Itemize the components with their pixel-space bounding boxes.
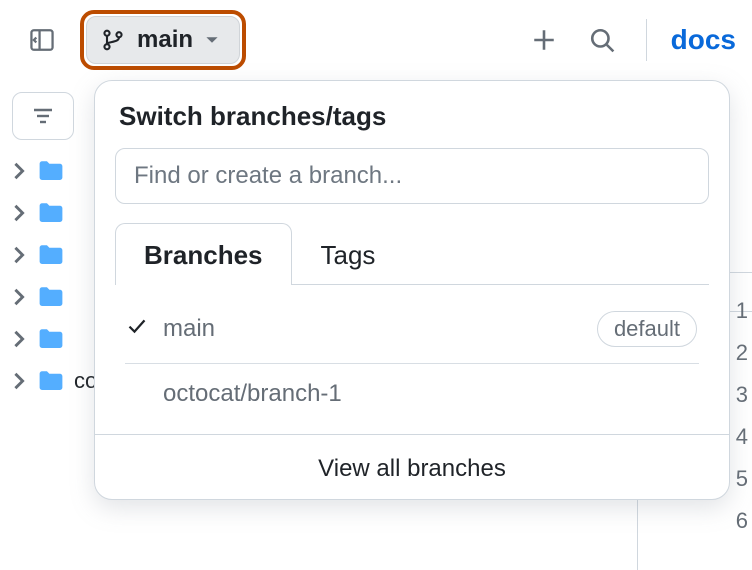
git-branch-icon	[101, 28, 125, 52]
search-icon	[589, 27, 615, 53]
popover-tabs: Branches Tags	[115, 222, 709, 285]
branch-item-main[interactable]: main default	[125, 295, 699, 364]
folder-icon	[38, 242, 64, 268]
chevron-right-icon	[10, 204, 28, 222]
filter-icon	[31, 104, 55, 128]
chevron-right-icon	[10, 288, 28, 306]
branch-selector-label: main	[137, 26, 193, 54]
view-all-branches-link[interactable]: View all branches	[95, 434, 729, 483]
folder-icon	[38, 368, 64, 394]
sidebar-collapse-button[interactable]	[22, 20, 62, 60]
chevron-right-icon	[10, 330, 28, 348]
caret-down-icon	[205, 33, 219, 47]
folder-icon	[38, 200, 64, 226]
branch-name: main	[163, 315, 215, 343]
branch-switcher-popover: Switch branches/tags Branches Tags main …	[94, 80, 730, 500]
search-button[interactable]	[582, 20, 622, 60]
branch-search-input[interactable]	[115, 148, 709, 204]
folder-icon	[38, 158, 64, 184]
chevron-right-icon	[10, 162, 28, 180]
toolbar: main docs	[0, 0, 752, 80]
chevron-right-icon	[10, 372, 28, 390]
folder-icon	[38, 326, 64, 352]
filter-button[interactable]	[12, 92, 74, 140]
branch-selector-highlight: main	[80, 10, 246, 70]
folder-icon	[38, 284, 64, 310]
branch-selector-button[interactable]: main	[86, 16, 240, 64]
default-badge: default	[597, 311, 697, 347]
panel-left-icon	[29, 27, 55, 53]
branch-name: octocat/branch-1	[163, 380, 342, 408]
branch-list: main default octocat/branch-1	[95, 285, 729, 424]
add-button[interactable]	[524, 20, 564, 60]
check-icon	[127, 315, 149, 343]
tab-tags[interactable]: Tags	[292, 223, 405, 285]
plus-icon	[531, 27, 557, 53]
line-number: 6	[718, 500, 748, 542]
popover-title: Switch branches/tags	[95, 101, 729, 148]
docs-link[interactable]: docs	[671, 24, 736, 56]
branch-item[interactable]: octocat/branch-1	[125, 364, 699, 424]
chevron-right-icon	[10, 246, 28, 264]
divider	[646, 19, 647, 61]
tab-branches[interactable]: Branches	[115, 223, 292, 285]
